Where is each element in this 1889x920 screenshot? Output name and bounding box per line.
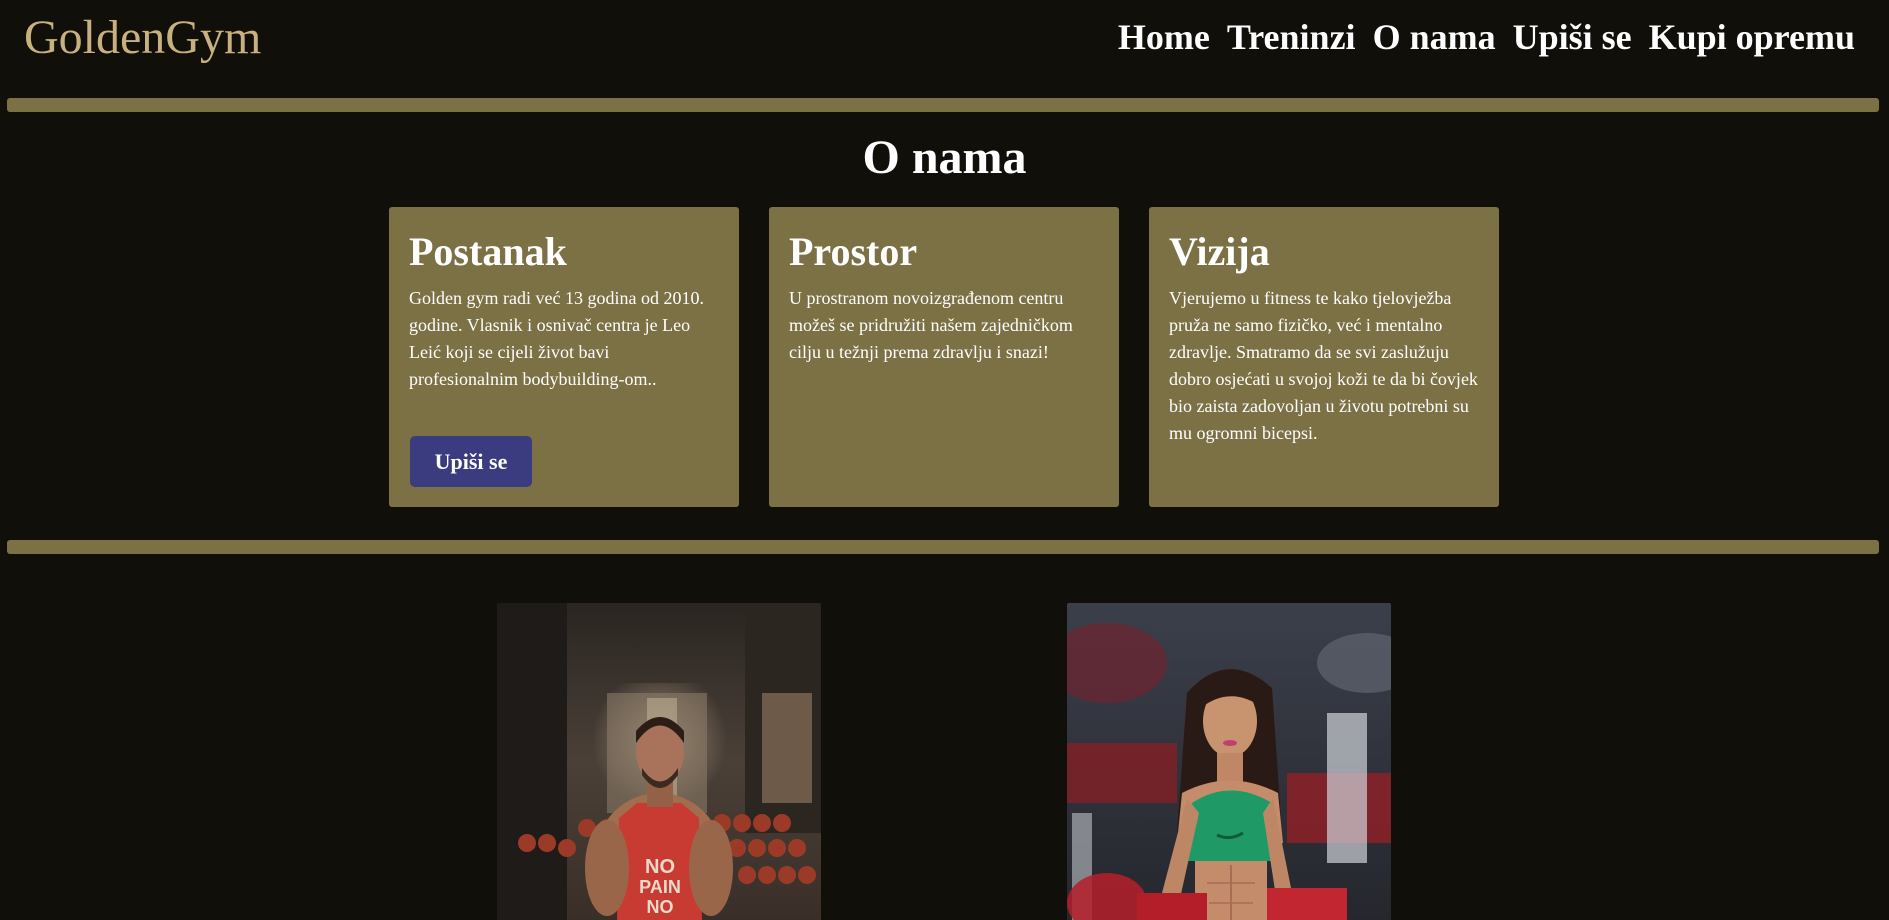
section-title: O nama <box>862 131 1027 184</box>
bottom-divider <box>7 540 1879 554</box>
card-title: Prostor <box>789 229 918 274</box>
female-athlete-image <box>1067 603 1391 920</box>
card-title: Postanak <box>409 229 567 274</box>
male-athlete-image: NO PAIN NO <box>497 603 821 920</box>
card-title: Vizija <box>1169 229 1270 274</box>
shirt-text-3: NO <box>647 897 674 917</box>
top-divider <box>7 98 1879 112</box>
card-vizija: Vizija Vjerujemo u fitness te kako tjelo… <box>1149 207 1499 507</box>
photo-female-athlete <box>1067 603 1391 920</box>
main-nav: Home Treninzi O nama Upiši se Kupi oprem… <box>1118 14 1855 60</box>
card-text: U prostranom novoizgrađenom centru možeš… <box>789 288 1073 362</box>
shirt-text-2: PAIN <box>639 877 681 897</box>
card-text: Golden gym radi već 13 godina od 2010. g… <box>409 288 704 389</box>
card-postanak: Postanak Golden gym radi već 13 godina o… <box>389 207 739 507</box>
nav-upisi-se[interactable]: Upiši se <box>1513 14 1632 60</box>
card-text: Vjerujemo u fitness te kako tjelovježba … <box>1169 288 1478 443</box>
card-prostor: Prostor U prostranom novoizgrađenom cent… <box>769 207 1119 507</box>
shirt-text-1: NO <box>645 856 675 878</box>
site-logo[interactable]: GoldenGym <box>24 8 261 68</box>
photo-male-athlete: NO PAIN NO <box>497 603 821 920</box>
nav-kupi-opremu[interactable]: Kupi opremu <box>1649 14 1855 60</box>
nav-treninzi[interactable]: Treninzi <box>1227 14 1356 60</box>
site-header: GoldenGym Home Treninzi O nama Upiši se … <box>0 0 1889 96</box>
nav-o-nama[interactable]: O nama <box>1373 14 1496 60</box>
signup-button[interactable]: Upiši se <box>410 436 532 487</box>
nav-home[interactable]: Home <box>1118 14 1210 60</box>
